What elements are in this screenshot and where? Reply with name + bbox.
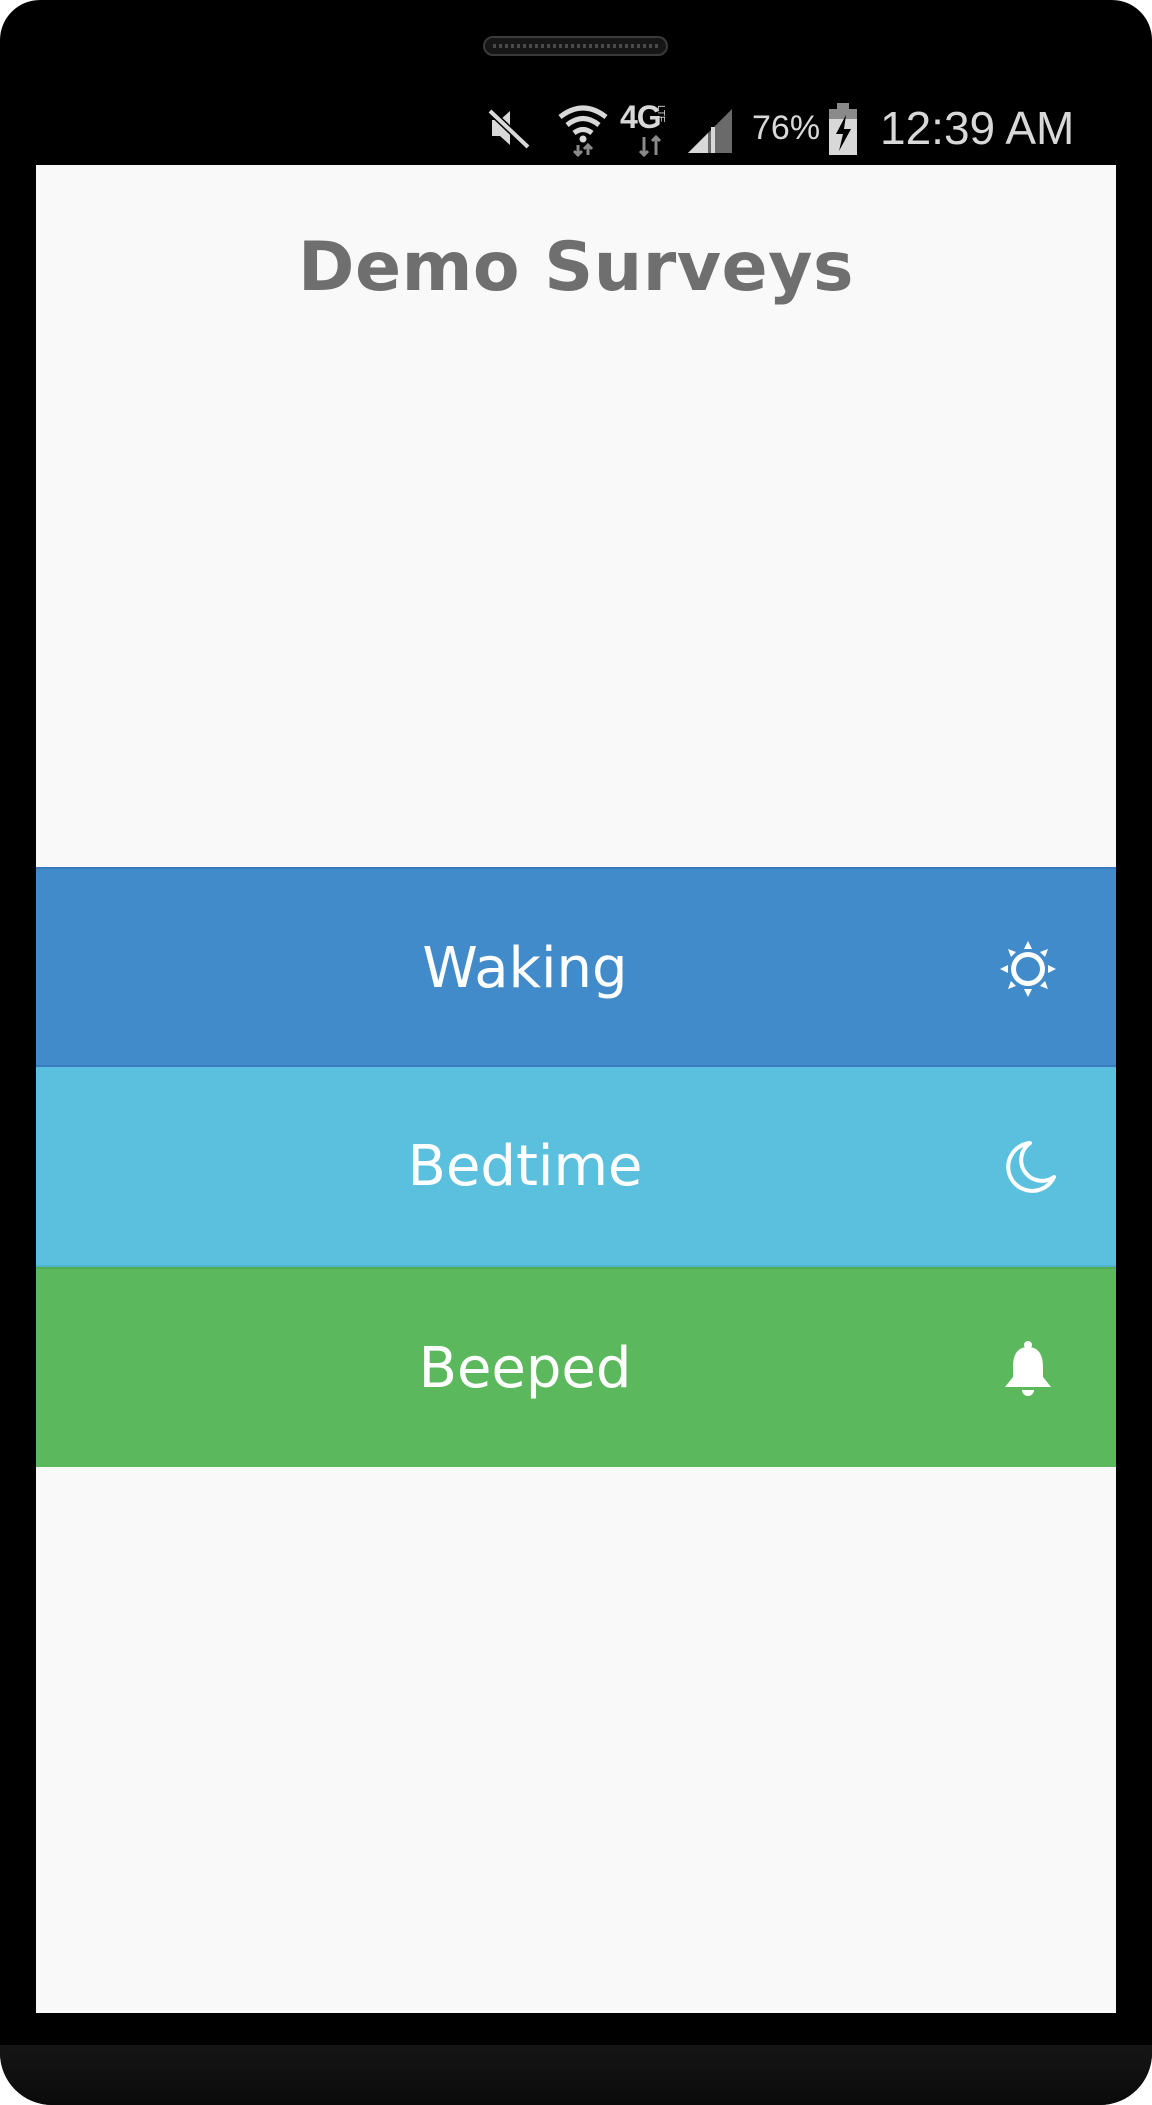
earpiece-speaker [483,36,668,56]
survey-list: Waking Bedtime Beeped [36,867,1116,1467]
bottom-bezel [0,2045,1152,2105]
beeped-survey-label: Beeped [418,1336,632,1401]
app-screen: Demo Surveys Waking Bedtime Beeped [36,165,1116,2013]
status-bar: 4G LTE 76% 12:39 AM [36,95,1116,165]
battery-charging-icon [829,103,857,155]
battery-percent: 76% [752,109,821,147]
beeped-survey-button[interactable]: Beeped [36,1267,1116,1467]
page-title: Demo Surveys [298,228,854,307]
bedtime-survey-label: Bedtime [407,1134,643,1199]
wifi-icon [558,105,608,157]
bell-icon [1005,1341,1051,1396]
status-time: 12:39 AM [880,102,1075,154]
device-frame: 4G LTE 76% 12:39 AM Demo Surveys Waking [0,0,1152,2105]
vibrate-mute-icon [487,108,531,150]
sun-icon [1000,941,1056,997]
bedtime-survey-button[interactable]: Bedtime [36,1067,1116,1267]
network-subtype-label: LTE [655,105,666,123]
waking-survey-button[interactable]: Waking [36,867,1116,1067]
waking-survey-label: Waking [422,936,628,1001]
signal-icon [688,109,732,153]
moon-icon [1006,1141,1056,1193]
data-transfer-icon [638,135,662,157]
